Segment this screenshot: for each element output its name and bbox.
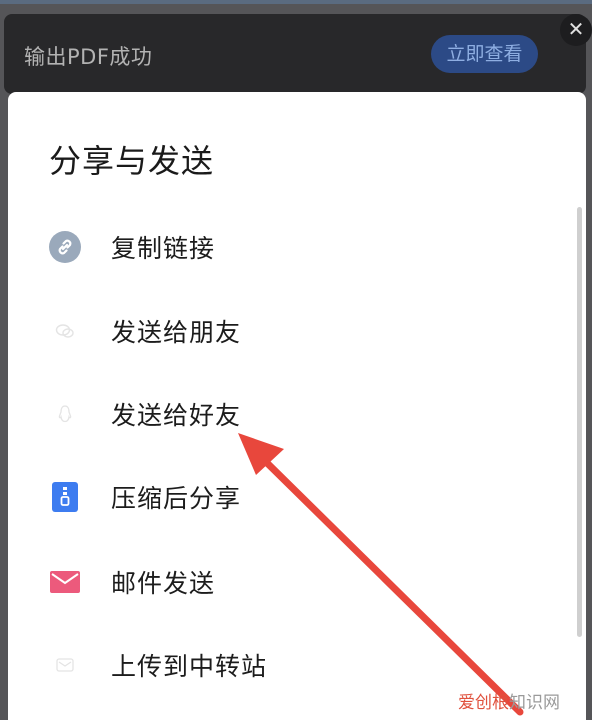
top-edge-strip — [0, 0, 592, 4]
menu-item-label: 压缩后分享 — [111, 484, 242, 513]
menu-item-label: 发送给朋友 — [111, 318, 242, 347]
qq-icon — [49, 398, 81, 430]
link-icon — [49, 231, 81, 263]
menu-item-email-send[interactable]: 邮件发送 — [8, 547, 568, 617]
mail-icon — [49, 566, 81, 598]
menu-item-label: 复制链接 — [111, 234, 216, 263]
share-send-sheet: 分享与发送 复制链接 发送给朋友 发送给好友 压缩后分享 邮件发送 上传到中转站 — [8, 92, 586, 720]
wechat-icon — [49, 315, 81, 347]
menu-item-label: 发送给好友 — [111, 401, 242, 430]
zip-icon — [49, 481, 81, 513]
menu-item-send-to-friend[interactable]: 发送给朋友 — [8, 296, 568, 366]
watermark-brand: 爱创根 — [458, 693, 509, 713]
menu-item-send-to-buddy[interactable]: 发送给好友 — [8, 379, 568, 449]
transfer-icon — [49, 649, 81, 681]
sheet-scrollbar[interactable] — [577, 207, 582, 637]
menu-item-label: 邮件发送 — [111, 569, 216, 598]
export-success-toast: 输出PDF成功 立即查看 — [4, 14, 586, 94]
toast-close-icon[interactable]: ✕ — [560, 14, 592, 46]
menu-item-compress-share[interactable]: 压缩后分享 — [8, 462, 568, 532]
toast-message: 输出PDF成功 — [24, 45, 153, 69]
menu-item-label: 上传到中转站 — [111, 652, 268, 681]
watermark-suffix: 知识网 — [509, 693, 560, 713]
watermark: 爱创根知识网 — [458, 688, 560, 713]
view-now-button[interactable]: 立即查看 — [431, 35, 538, 73]
sheet-title: 分享与发送 — [49, 142, 215, 180]
menu-item-copy-link[interactable]: 复制链接 — [8, 212, 568, 282]
